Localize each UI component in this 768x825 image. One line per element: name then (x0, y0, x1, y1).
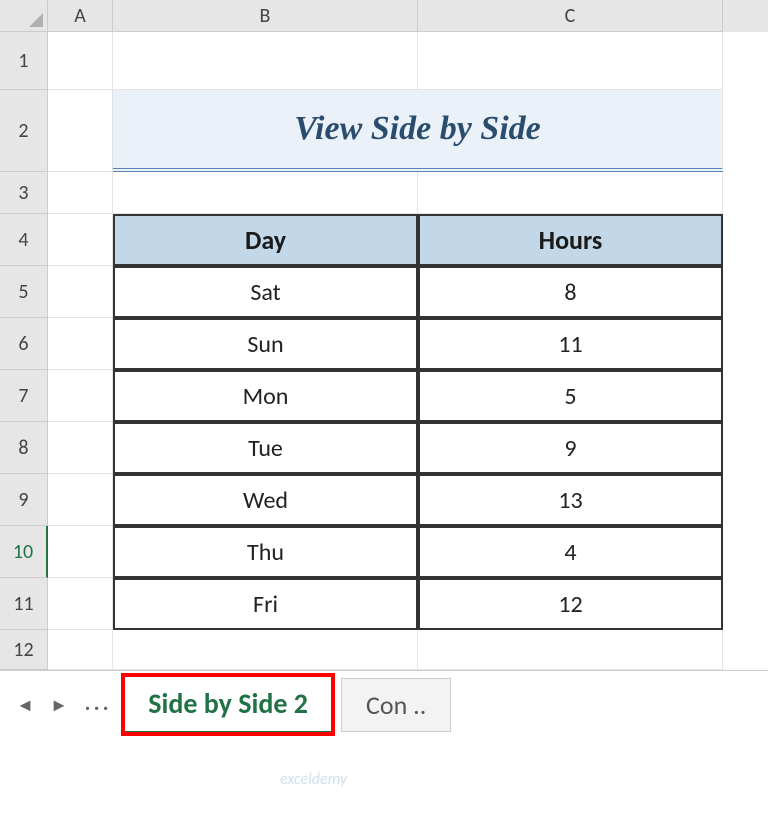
table-row[interactable]: Mon (113, 370, 418, 422)
cell-a5[interactable] (48, 266, 113, 318)
table-row[interactable]: Tue (113, 422, 418, 474)
cell-a11[interactable] (48, 578, 113, 630)
cell-a4[interactable] (48, 214, 113, 266)
cell-c1[interactable] (418, 32, 723, 90)
row-header-11[interactable]: 11 (0, 578, 48, 630)
row-header-7[interactable]: 7 (0, 370, 48, 422)
row-header-4[interactable]: 4 (0, 214, 48, 266)
table-row[interactable]: 12 (418, 578, 723, 630)
cell-a3[interactable] (48, 172, 113, 214)
table-row[interactable]: Sun (113, 318, 418, 370)
table-row[interactable]: Fri (113, 578, 418, 630)
row-header-9[interactable]: 9 (0, 474, 48, 526)
cell-a12[interactable] (48, 630, 113, 670)
sheet-tab-active[interactable]: Side by Side 2 (123, 675, 333, 734)
table-row[interactable]: 4 (418, 526, 723, 578)
row-header-5[interactable]: 5 (0, 266, 48, 318)
table-row[interactable]: 9 (418, 422, 723, 474)
cell-a6[interactable] (48, 318, 113, 370)
sheet-nav-next[interactable]: ► (46, 689, 72, 721)
grid-body: 1 2 3 4 5 6 7 8 9 10 11 12 View Side by … (0, 32, 768, 670)
cell-b12[interactable] (113, 630, 418, 670)
cell-a10[interactable] (48, 526, 113, 578)
cell-c3[interactable] (418, 172, 723, 214)
sheet-nav-prev[interactable]: ◄ (12, 689, 38, 721)
sheet-tab-next[interactable]: Con .. (341, 678, 451, 732)
table-row[interactable]: 13 (418, 474, 723, 526)
row-header-1[interactable]: 1 (0, 32, 48, 90)
table-row[interactable]: Thu (113, 526, 418, 578)
sheet-tab-bar: ◄ ► ... Side by Side 2 Con .. (0, 670, 768, 738)
table-header-hours[interactable]: Hours (418, 214, 723, 266)
row-header-3[interactable]: 3 (0, 172, 48, 214)
row-header-6[interactable]: 6 (0, 318, 48, 370)
select-all-corner[interactable] (0, 0, 48, 32)
row-headers: 1 2 3 4 5 6 7 8 9 10 11 12 (0, 32, 48, 670)
watermark: exceldemy (280, 770, 347, 789)
cell-a1[interactable] (48, 32, 113, 90)
row-header-12[interactable]: 12 (0, 630, 48, 670)
column-header-c[interactable]: C (418, 0, 723, 32)
spreadsheet: A B C 1 2 3 4 5 6 7 8 9 10 11 12 (0, 0, 768, 738)
column-header-row: A B C (0, 0, 768, 32)
cell-a7[interactable] (48, 370, 113, 422)
cell-a8[interactable] (48, 422, 113, 474)
table-row[interactable]: 8 (418, 266, 723, 318)
cell-b3[interactable] (113, 172, 418, 214)
table-row[interactable]: 5 (418, 370, 723, 422)
table-header-day[interactable]: Day (113, 214, 418, 266)
sheet-nav-more[interactable]: ... (80, 683, 115, 726)
cell-b1[interactable] (113, 32, 418, 90)
cell-a2[interactable] (48, 90, 113, 172)
column-header-a[interactable]: A (48, 0, 113, 32)
title-cell[interactable]: View Side by Side (113, 90, 723, 172)
table-row[interactable]: Wed (113, 474, 418, 526)
row-header-8[interactable]: 8 (0, 422, 48, 474)
table-row[interactable]: Sat (113, 266, 418, 318)
row-header-10[interactable]: 10 (0, 526, 48, 578)
table-row[interactable]: 11 (418, 318, 723, 370)
cell-c12[interactable] (418, 630, 723, 670)
column-header-b[interactable]: B (113, 0, 418, 32)
row-header-2[interactable]: 2 (0, 90, 48, 172)
cell-a9[interactable] (48, 474, 113, 526)
cells-grid: View Side by Side Day Hours Sat 8 Sun 11 (48, 32, 768, 670)
